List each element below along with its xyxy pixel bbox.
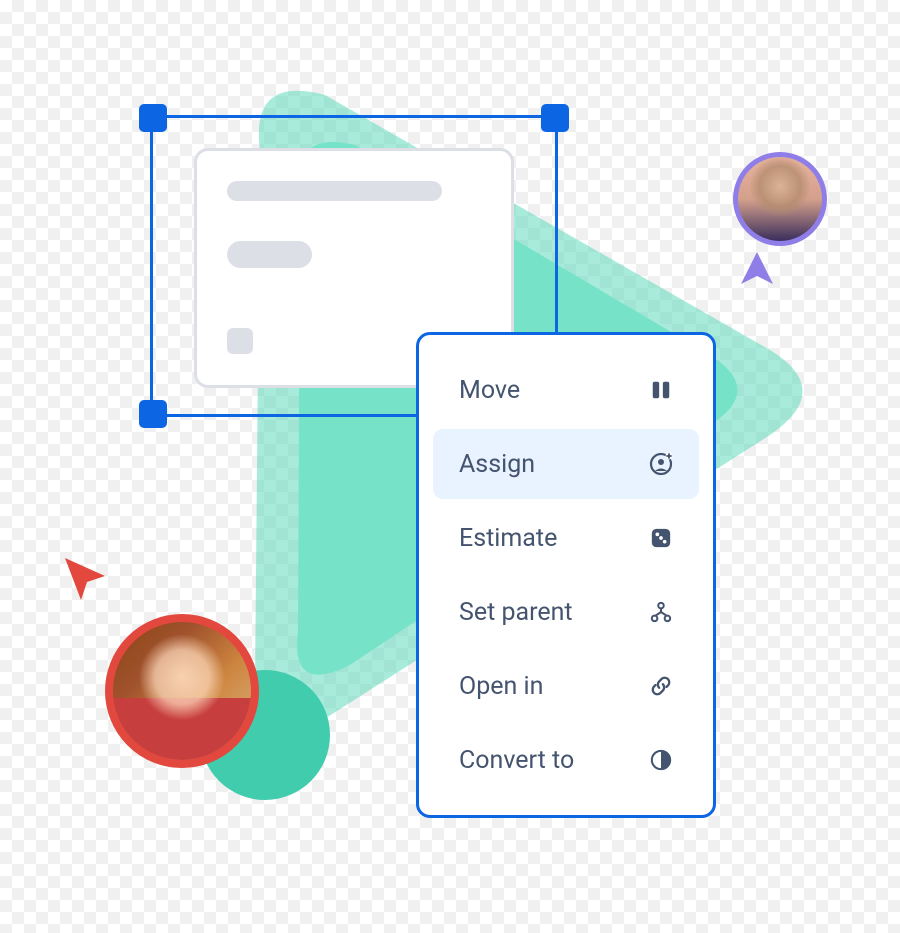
collaborator-avatar-purple[interactable] (733, 152, 827, 246)
menu-label: Set parent (459, 598, 573, 627)
menu-item-convert-to[interactable]: Convert to (433, 725, 699, 795)
menu-label: Assign (459, 450, 535, 479)
menu-label: Estimate (459, 524, 557, 553)
hierarchy-icon (649, 600, 673, 624)
resize-handle-top-left[interactable] (139, 104, 167, 132)
menu-label: Open in (459, 672, 543, 701)
collaborator-cursor-purple (735, 248, 779, 292)
half-circle-icon (649, 748, 673, 772)
link-icon (649, 674, 673, 698)
menu-item-estimate[interactable]: Estimate (433, 503, 699, 573)
menu-item-open-in[interactable]: Open in (433, 651, 699, 721)
columns-icon (649, 378, 673, 402)
menu-item-move[interactable]: Move (433, 355, 699, 425)
collaborator-avatar-red[interactable] (105, 614, 259, 768)
menu-label: Convert to (459, 746, 574, 775)
menu-label: Move (459, 376, 520, 405)
resize-handle-top-right[interactable] (541, 104, 569, 132)
collaborator-cursor-red (57, 550, 113, 606)
resize-handle-bottom-left[interactable] (139, 400, 167, 428)
dice-icon (649, 526, 673, 550)
menu-item-set-parent[interactable]: Set parent (433, 577, 699, 647)
menu-item-assign[interactable]: Assign (433, 429, 699, 499)
assign-person-icon (649, 452, 673, 476)
context-menu: Move Assign Estimate Set parent Open in … (416, 332, 716, 818)
